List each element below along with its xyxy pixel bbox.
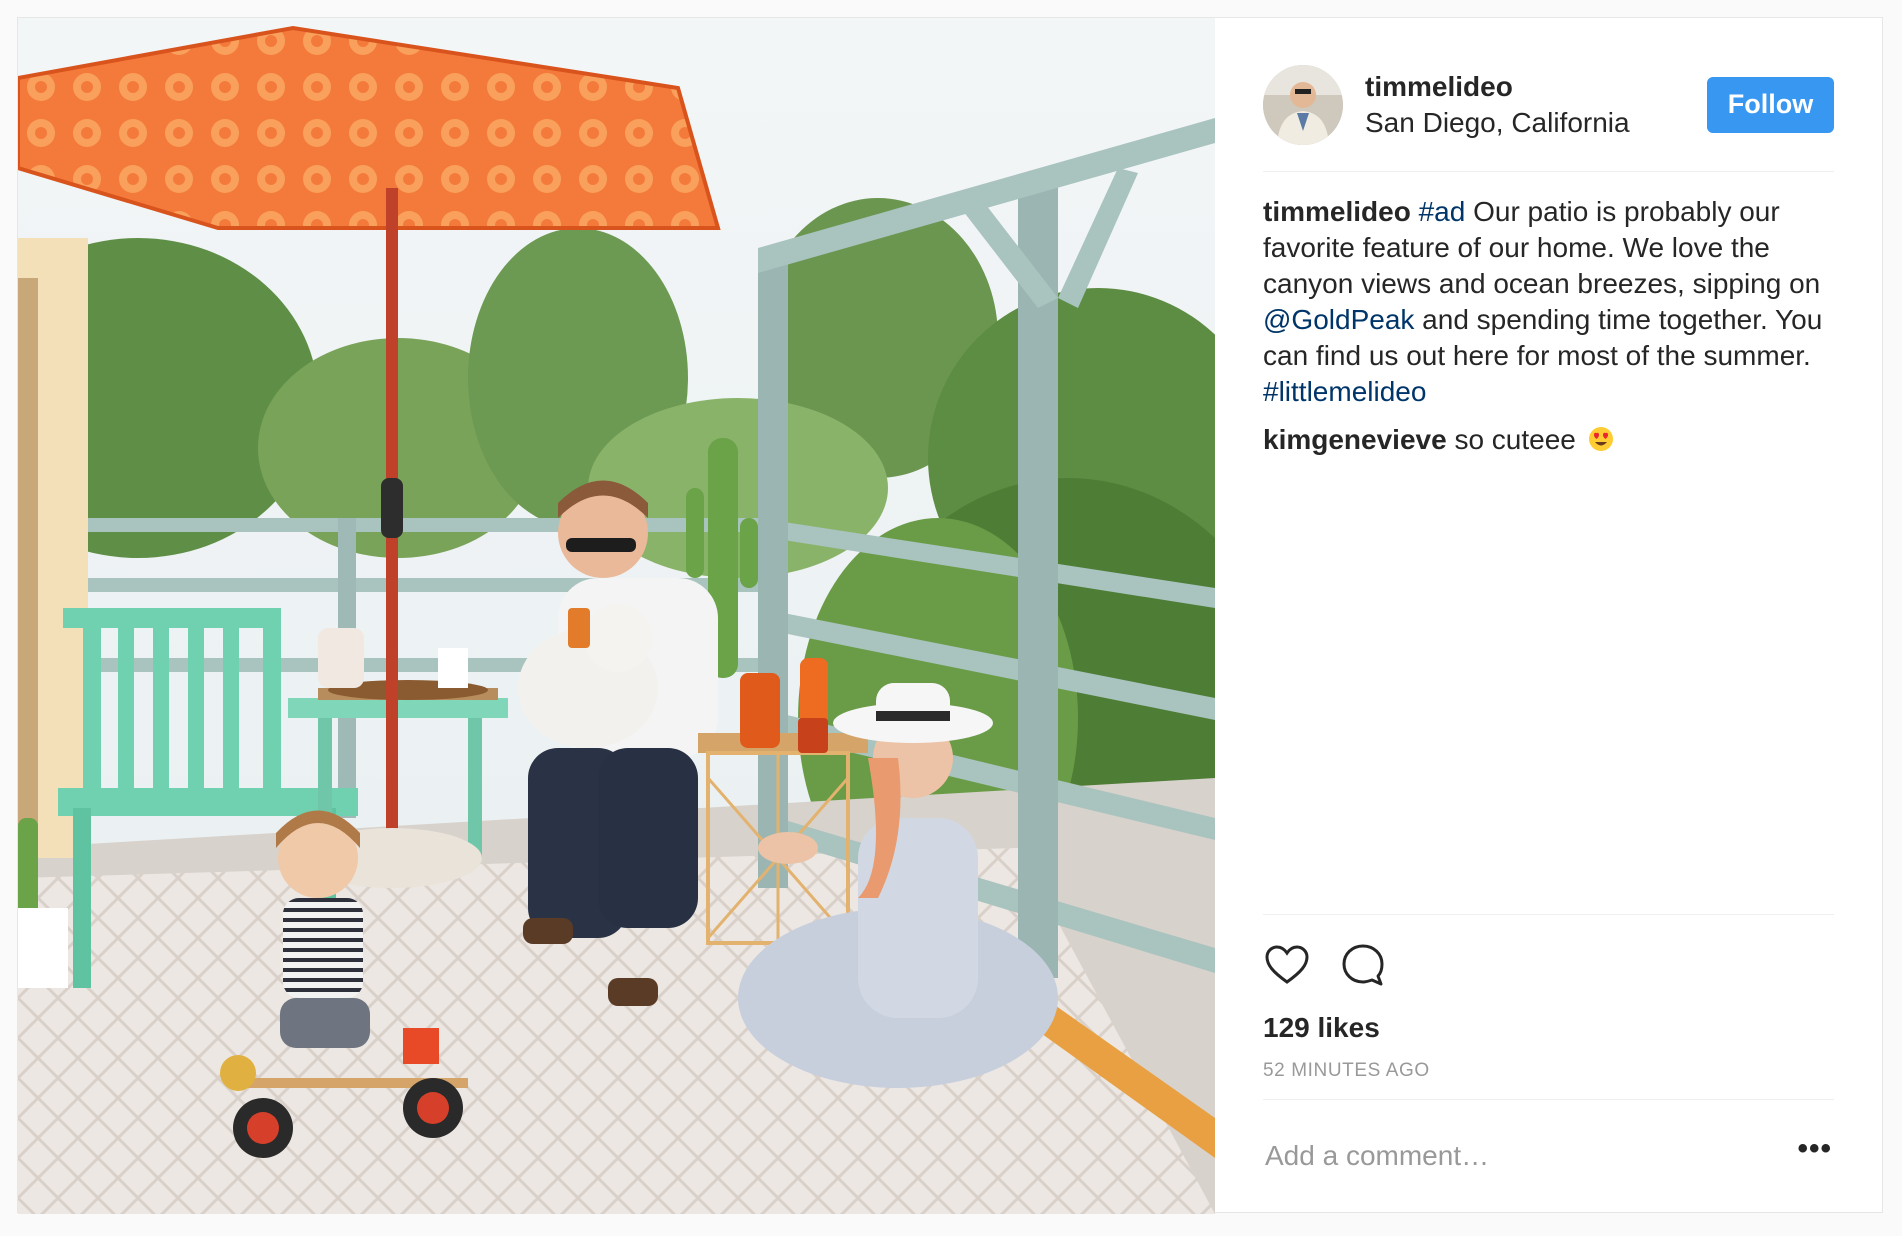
hashtag-ad[interactable]: #ad [1419,196,1466,227]
patio-illustration [18,18,1215,1214]
user-meta: timmelideo San Diego, California [1365,69,1707,141]
comments-section: timmelideo #ad Our patio is probably our… [1263,172,1834,914]
follow-button[interactable]: Follow [1707,76,1834,133]
avatar[interactable] [1263,64,1343,145]
comment-input[interactable] [1263,1139,1788,1173]
add-comment-bar: ••• [1263,1099,1834,1212]
comment-author[interactable]: kimgenevieve [1263,424,1447,455]
avatar-image [1263,64,1343,145]
more-options-button[interactable]: ••• [1787,1132,1834,1180]
likes-count[interactable]: 129 likes [1263,1011,1834,1045]
instagram-post: timmelideo San Diego, California Follow … [17,17,1883,1214]
post-photo[interactable] [18,18,1215,1214]
comment-text: so cuteee [1446,424,1576,455]
actions-area: 129 likes 52 MINUTES AGO [1263,914,1834,1099]
action-bar [1263,915,1834,993]
caption-author[interactable]: timmelideo [1263,196,1411,227]
speech-bubble-icon[interactable] [1339,941,1387,989]
location[interactable]: San Diego, California [1365,105,1707,141]
post-side-panel: timmelideo San Diego, California Follow … [1215,18,1882,1212]
post-timestamp[interactable]: 52 MINUTES AGO [1263,1059,1834,1099]
heart-icon[interactable] [1263,941,1311,989]
comment-item: kimgenevieve so cuteee [1263,422,1834,458]
username[interactable]: timmelideo [1365,69,1707,105]
caption: timmelideo #ad Our patio is probably our… [1263,194,1834,410]
hashtag-littlemelideo[interactable]: #littlemelideo [1263,376,1426,407]
post-header: timmelideo San Diego, California Follow [1263,18,1834,172]
heart-eyes-emoji-icon [1588,427,1613,451]
mention-goldpeak[interactable]: @GoldPeak [1263,304,1414,335]
